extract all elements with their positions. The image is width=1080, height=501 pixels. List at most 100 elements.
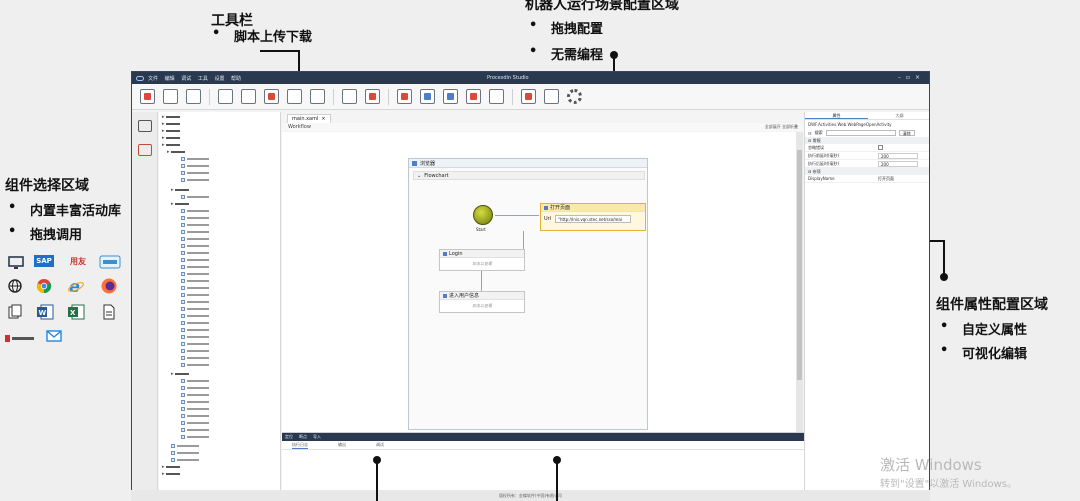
chevron-down-icon[interactable]: ⌄ bbox=[417, 173, 421, 179]
clear-button[interactable]: 清除 bbox=[898, 130, 915, 136]
tree-group[interactable]: ▸ bbox=[162, 142, 180, 148]
tree-group[interactable]: ▸ bbox=[162, 121, 180, 127]
category-misc[interactable]: ⊟ 杂项 bbox=[805, 168, 929, 175]
package-button[interactable] bbox=[544, 89, 559, 104]
tree-activity-item[interactable] bbox=[181, 327, 209, 333]
step-button[interactable] bbox=[443, 89, 458, 104]
upload-download-button[interactable] bbox=[310, 89, 325, 104]
tree-group[interactable]: ▸ bbox=[162, 135, 180, 141]
project-panel-icon[interactable] bbox=[138, 144, 152, 156]
pre-delay-input[interactable]: 200 bbox=[878, 152, 918, 159]
tree-activity-item[interactable] bbox=[181, 285, 209, 291]
tree-activity-item[interactable] bbox=[181, 378, 209, 384]
tree-activity-item[interactable] bbox=[181, 420, 209, 426]
tab-debug[interactable]: 调试 bbox=[376, 442, 384, 448]
post-delay-input[interactable]: 200 bbox=[878, 160, 918, 167]
tree-activity-item[interactable] bbox=[181, 257, 209, 263]
tree-activity-item[interactable] bbox=[181, 215, 209, 221]
tree-group[interactable]: ▸ bbox=[162, 471, 180, 477]
menu-debug[interactable]: 调试 bbox=[181, 76, 191, 82]
activities-panel-icon[interactable] bbox=[138, 120, 152, 132]
save-all-button[interactable] bbox=[241, 89, 256, 104]
tree-activity-item[interactable] bbox=[181, 156, 209, 162]
tree-activity-item[interactable] bbox=[181, 194, 209, 200]
publish-button[interactable] bbox=[521, 89, 536, 104]
cut-button[interactable] bbox=[264, 89, 279, 104]
grid-button[interactable] bbox=[163, 89, 178, 104]
tree-group[interactable]: ▸ bbox=[162, 128, 180, 134]
debug-button[interactable] bbox=[420, 89, 435, 104]
stop-button[interactable] bbox=[466, 89, 481, 104]
breakpoint-tab[interactable]: 断点 bbox=[299, 434, 307, 440]
property-search-input[interactable] bbox=[825, 130, 896, 136]
tree-activity-item[interactable] bbox=[181, 313, 209, 319]
close-icon[interactable]: × bbox=[915, 74, 925, 81]
tree-activity-item[interactable] bbox=[181, 250, 209, 256]
minimize-icon[interactable]: – bbox=[898, 74, 906, 81]
tree-activity-item[interactable] bbox=[181, 292, 209, 298]
ignore-error-checkbox[interactable] bbox=[878, 145, 883, 150]
tree-activity-item[interactable] bbox=[181, 355, 209, 361]
url-input[interactable]: "http://lnis.vqn.stec.net/sso/mai bbox=[555, 215, 632, 223]
copy-button[interactable] bbox=[287, 89, 302, 104]
start-node[interactable] bbox=[473, 205, 493, 225]
tree-activity-item[interactable] bbox=[181, 385, 209, 391]
locate-tab[interactable]: 定位 bbox=[285, 434, 293, 440]
tree-activity-item[interactable] bbox=[181, 236, 209, 242]
tree-activity-item[interactable] bbox=[181, 208, 209, 214]
import-tab[interactable]: 导入 bbox=[313, 434, 321, 440]
undo-button[interactable] bbox=[342, 89, 357, 104]
sort-icon[interactable]: ☷ bbox=[808, 131, 812, 136]
open-button[interactable] bbox=[186, 89, 201, 104]
tab-output[interactable]: 输出 bbox=[338, 442, 346, 448]
run-button[interactable] bbox=[397, 89, 412, 104]
tree-activity-item[interactable] bbox=[181, 170, 209, 176]
tab-execution-log[interactable]: 执行日志 bbox=[292, 442, 308, 449]
tree-activity-item[interactable] bbox=[181, 434, 209, 440]
tree-activity-item[interactable] bbox=[171, 443, 199, 449]
tree-activity-item[interactable] bbox=[181, 264, 209, 270]
workflow-canvas[interactable]: 浏览器 ⌄ Flowchart Start 打开页面 Url "http://lni… bbox=[282, 132, 796, 432]
tree-activity-item[interactable] bbox=[181, 406, 209, 412]
tree-group[interactable]: ▸ bbox=[171, 187, 189, 193]
tree-activity-item[interactable] bbox=[181, 362, 209, 368]
tree-activity-item[interactable] bbox=[181, 427, 209, 433]
tree-activity-item[interactable] bbox=[181, 299, 209, 305]
browser-scope-activity[interactable]: 浏览器 ⌄ Flowchart Start 打开页面 Url "http://lni… bbox=[408, 158, 648, 430]
tree-activity-item[interactable] bbox=[171, 450, 199, 456]
expand-collapse-links[interactable]: 全部展开 全部折叠 bbox=[765, 124, 798, 130]
menu-settings[interactable]: 设置 bbox=[214, 76, 224, 82]
tree-activity-item[interactable] bbox=[181, 229, 209, 235]
menu-tools[interactable]: 工具 bbox=[198, 76, 208, 82]
record-button[interactable] bbox=[489, 89, 504, 104]
tree-group[interactable]: ▸ bbox=[162, 464, 180, 470]
maximize-icon[interactable]: ▫ bbox=[906, 74, 915, 81]
doc-tab-main[interactable]: main.xaml × bbox=[287, 114, 331, 123]
tree-activity-item[interactable] bbox=[181, 399, 209, 405]
tree-group[interactable]: ▸ bbox=[171, 371, 189, 377]
tree-activity-item[interactable] bbox=[181, 163, 209, 169]
enter-user-info-activity[interactable]: 进入用户信息 双击以查看 bbox=[439, 291, 525, 313]
login-activity[interactable]: Login 双击以查看 bbox=[439, 249, 525, 271]
display-name-value[interactable]: 打开页面 bbox=[878, 176, 894, 182]
save-button[interactable] bbox=[218, 89, 233, 104]
tree-activity-item[interactable] bbox=[181, 341, 209, 347]
redo-button[interactable] bbox=[365, 89, 380, 104]
menu-file[interactable]: 文件 bbox=[148, 76, 158, 82]
tree-activity-item[interactable] bbox=[181, 320, 209, 326]
category-general[interactable]: ⊟ 常规 bbox=[805, 137, 929, 144]
tree-activity-item[interactable] bbox=[181, 243, 209, 249]
undo-redo-button[interactable] bbox=[140, 89, 155, 104]
tree-activity-item[interactable] bbox=[181, 334, 209, 340]
tree-activity-item[interactable] bbox=[181, 392, 209, 398]
tree-activity-item[interactable] bbox=[181, 222, 209, 228]
settings-gear-icon[interactable] bbox=[567, 89, 582, 104]
tree-activity-item[interactable] bbox=[171, 457, 199, 463]
tab-outline[interactable]: 大纲 bbox=[868, 112, 929, 119]
close-icon[interactable]: × bbox=[321, 116, 325, 122]
tree-activity-item[interactable] bbox=[181, 306, 209, 312]
open-page-activity[interactable]: 打开页面 Url "http://lnis.vqn.stec.net/sso/ma… bbox=[540, 203, 646, 231]
tree-activity-item[interactable] bbox=[181, 278, 209, 284]
tree-group[interactable]: ▸ bbox=[162, 114, 180, 120]
tree-activity-item[interactable] bbox=[181, 348, 209, 354]
